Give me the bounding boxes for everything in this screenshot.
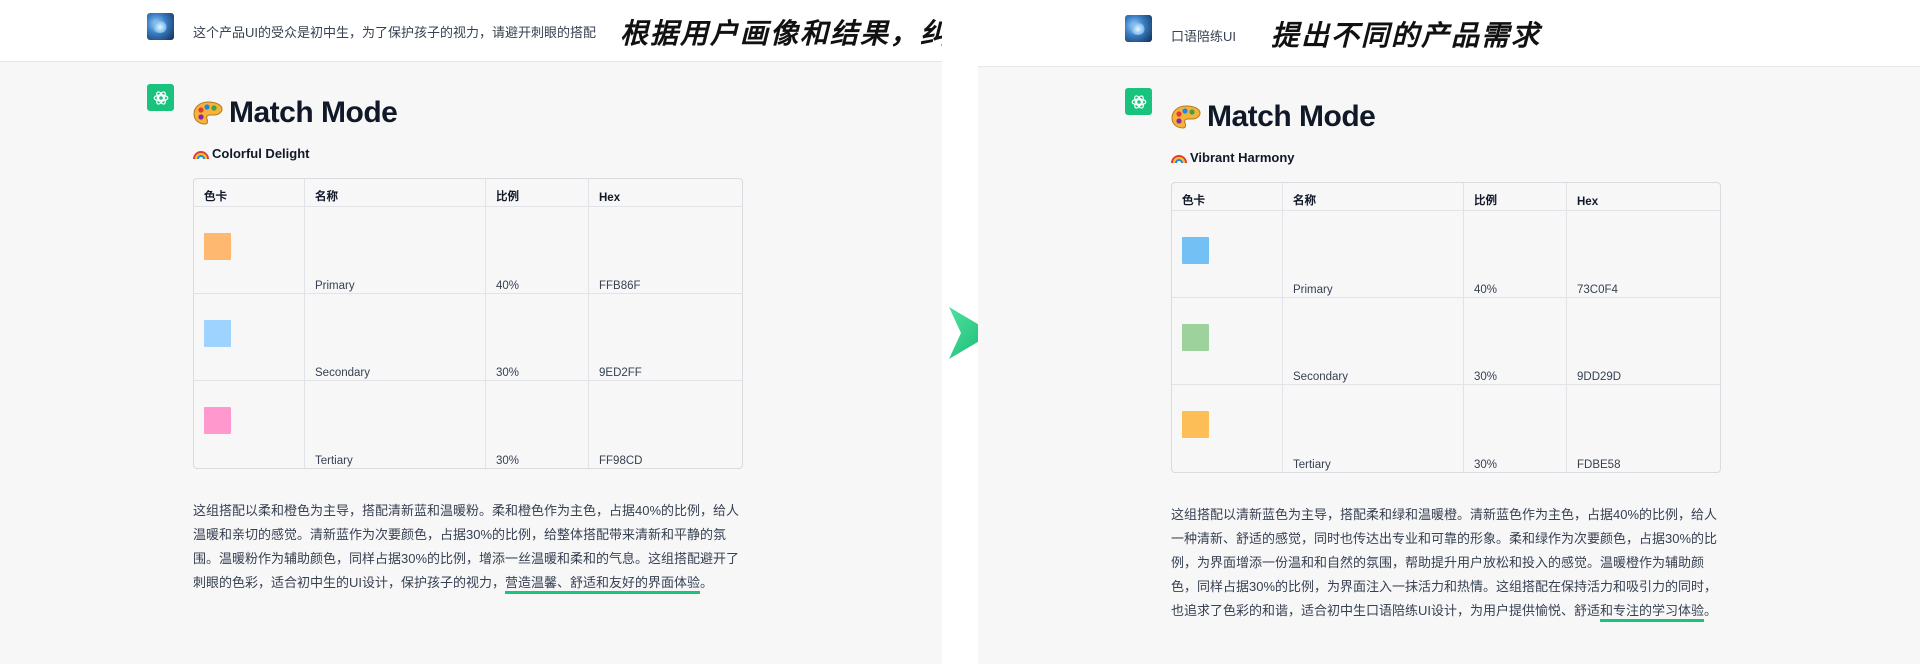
table-header-row: 色卡 名称 比例 Hex (1172, 183, 1720, 211)
rainbow-icon (1171, 154, 1187, 163)
swatch-cell (1172, 298, 1283, 385)
color-ratio: 30% (1464, 385, 1567, 472)
color-name: Tertiary (1283, 385, 1464, 472)
color-swatch (204, 320, 231, 347)
swatch-cell (194, 294, 305, 381)
color-ratio: 40% (1464, 211, 1567, 298)
mode-title: Match Mode (1171, 100, 1721, 134)
annotation-label: 提出不同的产品需求 (1271, 19, 1542, 52)
scheme-name-text: Colorful Delight (212, 146, 310, 161)
table-row: Primary 40% 73C0F4 (1172, 211, 1720, 298)
color-hex: FF98CD (599, 455, 643, 467)
table-row: Primary 40% FFB86F (194, 207, 742, 294)
color-ratio: 40% (486, 207, 589, 294)
table-header-row: 色卡 名称 比例 Hex (194, 179, 742, 207)
mode-title-text: Match Mode (229, 96, 398, 129)
color-swatch (204, 233, 231, 260)
right-conversation-panel: 口语陪练UI 提出不同的产品需求 Match Mode Vibrant Harm… (978, 0, 1920, 664)
user-avatar (1125, 15, 1152, 42)
header-ratio: 比例 (486, 179, 589, 207)
mode-title: Match Mode (193, 96, 743, 130)
description-text: 这组搭配以清新蓝色为主导，搭配柔和绿和温暖橙。清新蓝色作为主色，占据40%的比例… (1171, 507, 1718, 618)
header-hex: Hex (1567, 183, 1720, 211)
color-name: Secondary (1283, 298, 1464, 385)
color-ratio: 30% (486, 294, 589, 381)
color-swatch (204, 407, 231, 434)
artist-palette-icon (1171, 105, 1201, 129)
table-row: Secondary 30% 9ED2FF (194, 294, 742, 381)
color-name: Tertiary (305, 381, 486, 468)
header-name: 名称 (1283, 183, 1464, 211)
color-swatch (1182, 411, 1209, 438)
assistant-message-area: Match Mode Colorful Delight 色卡 名称 比例 Hex (0, 62, 942, 664)
color-hex: 9DD29D (1567, 298, 1720, 385)
color-hex: 9ED2FF (589, 294, 742, 381)
header-swatch: 色卡 (1172, 183, 1283, 211)
header-hex: Hex (589, 179, 742, 207)
scheme-name: Vibrant Harmony (1171, 150, 1721, 165)
rainbow-icon (193, 150, 209, 159)
table-row: Tertiary 30% FDBE58 (1172, 385, 1720, 472)
chatgpt-logo-icon (147, 84, 174, 111)
color-ratio: 30% (486, 381, 589, 468)
color-ratio: 30% (1464, 298, 1567, 385)
scheme-name-text: Vibrant Harmony (1190, 150, 1295, 165)
color-hex: FDBE58 (1577, 459, 1621, 471)
header-name: 名称 (305, 179, 486, 207)
left-conversation-panel: 这个产品UI的受众是初中生，为了保护孩子的视力，请避开刺眼的搭配 根据用户画像和… (0, 0, 942, 664)
swatch-cell (1172, 211, 1283, 298)
scheme-description: 这组搭配以清新蓝色为主导，搭配柔和绿和温暖橙。清新蓝色作为主色，占据40%的比例… (1171, 503, 1719, 623)
user-avatar (147, 13, 174, 40)
color-name: Secondary (305, 294, 486, 381)
color-swatch (1182, 237, 1209, 264)
color-hex: 73C0F4 (1567, 211, 1720, 298)
user-prompt: 这个产品UI的受众是初中生，为了保护孩子的视力，请避开刺眼的搭配 (193, 25, 597, 40)
color-swatch (1182, 324, 1209, 351)
table-row: Tertiary 30% FF98CD (194, 381, 742, 468)
color-name: Primary (1283, 211, 1464, 298)
user-message-bar: 口语陪练UI 提出不同的产品需求 (978, 0, 1920, 67)
table-row: Secondary 30% 9DD29D (1172, 298, 1720, 385)
user-prompt: 口语陪练UI (1171, 29, 1237, 44)
swatch-cell (194, 381, 305, 468)
description-highlight: 营造温馨、舒适和友好的界面体验 (505, 575, 701, 594)
user-message-bar: 这个产品UI的受众是初中生，为了保护孩子的视力，请避开刺眼的搭配 根据用户画像和… (0, 0, 942, 62)
assistant-response: Match Mode Colorful Delight 色卡 名称 比例 Hex (193, 96, 743, 595)
color-table: 色卡 名称 比例 Hex Primary 40% FFB86F Secondar… (193, 178, 743, 469)
annotation-label: 根据用户画像和结果，纠偏 (620, 17, 942, 50)
color-hex: FFB86F (589, 207, 742, 294)
chatgpt-logo-icon (1125, 88, 1152, 115)
color-table: 色卡 名称 比例 Hex Primary 40% 73C0F4 Secondar… (1171, 182, 1721, 473)
swatch-cell (1172, 385, 1283, 472)
mode-title-text: Match Mode (1207, 100, 1376, 133)
description-highlight: 和专注的学习体验 (1600, 603, 1705, 622)
description-end: 。 (1704, 603, 1718, 618)
assistant-message-area: Match Mode Vibrant Harmony 色卡 名称 比例 Hex (978, 67, 1920, 664)
artist-palette-icon (193, 101, 223, 125)
assistant-response: Match Mode Vibrant Harmony 色卡 名称 比例 Hex (1171, 100, 1721, 623)
scheme-name: Colorful Delight (193, 146, 743, 161)
header-swatch: 色卡 (194, 179, 305, 207)
description-end: 。 (700, 575, 714, 590)
scheme-description: 这组搭配以柔和橙色为主导，搭配清新蓝和温暖粉。柔和橙色作为主色，占据40%的比例… (193, 499, 741, 595)
swatch-cell (194, 207, 305, 294)
header-ratio: 比例 (1464, 183, 1567, 211)
color-name: Primary (305, 207, 486, 294)
